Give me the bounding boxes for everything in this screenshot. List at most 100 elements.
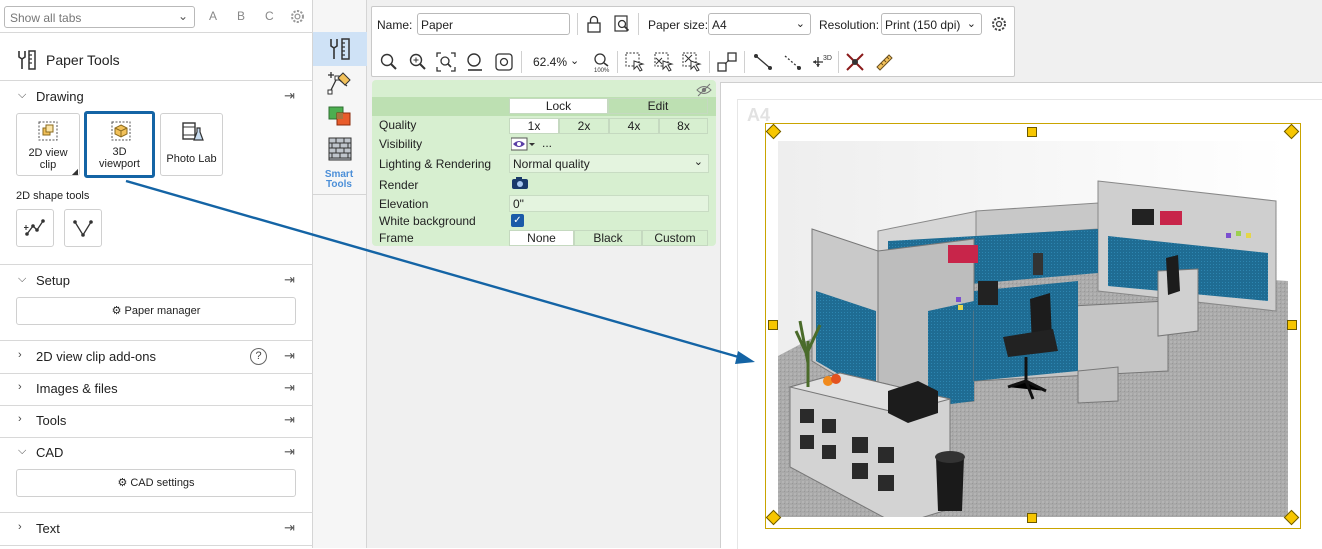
paper-manager-button[interactable]: ⚙ Paper manager <box>16 297 296 325</box>
section-tools[interactable]: › Tools ⇥ <box>0 406 313 436</box>
dashed-line-icon[interactable] <box>781 51 803 73</box>
resize-handle-bottom[interactable] <box>1027 513 1037 523</box>
pop-out-icon[interactable]: ⇥ <box>284 88 295 104</box>
select-window-icon[interactable] <box>653 51 675 73</box>
resize-handle-right[interactable] <box>1287 320 1297 330</box>
frame-black[interactable]: Black <box>574 230 642 246</box>
pop-out-icon[interactable]: ⇥ <box>284 520 295 536</box>
2d-view-clip-button[interactable]: 2D view clip ◢ <box>16 113 80 176</box>
section-text[interactable]: › Text ⇥ <box>0 514 313 544</box>
filter-c-button[interactable]: C <box>265 9 274 23</box>
cad-settings-button[interactable]: ⚙ CAD settings <box>16 469 296 497</box>
pop-out-icon[interactable]: ⇥ <box>284 380 295 396</box>
brick-pattern-icon[interactable] <box>327 136 353 162</box>
elevation-value: 0" <box>513 197 524 211</box>
lock-tab[interactable]: Lock <box>509 98 608 114</box>
select-icon[interactable] <box>624 51 646 73</box>
filter-a-button[interactable]: A <box>209 9 217 23</box>
zoom-in-icon[interactable] <box>407 51 429 73</box>
quality-2x[interactable]: 2x <box>559 118 609 134</box>
gear-icon[interactable] <box>990 15 1008 33</box>
filter-b-button[interactable]: B <box>237 9 245 23</box>
edit-tab[interactable]: Edit <box>608 98 708 114</box>
hide-eye-icon[interactable] <box>696 83 712 97</box>
move-3d-icon[interactable]: 3D <box>810 51 832 73</box>
section-drawing[interactable]: ⌵ Drawing ⇥ <box>0 82 313 112</box>
quality-1x[interactable]: 1x <box>509 118 559 134</box>
smart-tools-line2: Tools <box>326 179 352 190</box>
quality-label: Quality <box>379 118 417 132</box>
quality-4x[interactable]: 4x <box>609 118 659 134</box>
tab-filter-select[interactable]: Show all tabs ⌄ <box>4 6 195 28</box>
gear-icon: ⚙ <box>117 477 131 489</box>
section-cad[interactable]: ⌵ CAD ⇥ <box>0 438 313 468</box>
polygon-tool-button[interactable] <box>64 209 102 247</box>
pop-out-icon[interactable]: ⇥ <box>284 444 295 460</box>
name-label: Name: <box>377 18 413 32</box>
smart-tools-label[interactable]: Smart Tools <box>321 170 357 190</box>
photo-lab-button[interactable]: Photo Lab <box>160 113 223 176</box>
section-text-label: Text <box>36 521 60 536</box>
3d-cube-icon <box>111 121 131 141</box>
visibility-eye-icon[interactable] <box>511 137 535 151</box>
section-images-files[interactable]: › Images & files ⇥ <box>0 374 313 404</box>
zoom-level-value[interactable]: 62.4% <box>533 55 567 69</box>
viewport-properties-panel: Lock Edit Quality 1x 2x 4x 8x Visibility… <box>372 80 716 246</box>
frame-none[interactable]: None <box>509 230 574 246</box>
svg-text:100%: 100% <box>594 68 610 73</box>
frame-custom[interactable]: Custom <box>642 230 708 246</box>
pop-out-icon[interactable]: ⇥ <box>284 412 295 428</box>
camera-icon[interactable] <box>511 176 529 190</box>
chevron-right-icon: › <box>18 521 22 533</box>
tool-strip: Smart Tools <box>313 0 367 548</box>
select-cross-icon[interactable] <box>681 51 703 73</box>
name-input[interactable]: Paper <box>417 13 570 35</box>
resize-handle-left[interactable] <box>768 320 778 330</box>
resize-handle-top[interactable] <box>1027 127 1037 137</box>
resolution-select[interactable]: Print (150 dpi) ⌄ <box>881 13 982 35</box>
tab-filter-value: Show all tabs <box>10 11 82 25</box>
chevron-down-icon: ⌵ <box>18 89 27 101</box>
edit-points-icon[interactable] <box>327 70 353 96</box>
section-2d-view-clip-addons[interactable]: › 2D view clip add-ons ? ⇥ <box>0 342 313 372</box>
section-tools-label: Tools <box>36 413 67 428</box>
gear-icon: ⚙ <box>111 305 125 317</box>
chevron-right-icon: › <box>18 413 22 425</box>
paper-tools-icon[interactable] <box>327 36 353 62</box>
paper-canvas[interactable]: A4 <box>720 82 1322 549</box>
lock-icon[interactable] <box>585 15 603 33</box>
visibility-more-button[interactable]: ... <box>542 136 552 150</box>
tile-label: clip <box>39 159 57 171</box>
ruler-icon[interactable] <box>873 51 895 73</box>
help-icon[interactable]: ? <box>250 348 267 365</box>
pop-out-icon[interactable]: ⇥ <box>284 348 295 364</box>
quality-8x[interactable]: 8x <box>659 118 708 134</box>
chevron-down-icon: ⌄ <box>966 18 976 30</box>
zoom-page-icon[interactable] <box>493 51 515 73</box>
white-background-checkbox[interactable]: ✓ <box>511 214 524 227</box>
tile-label: 2D view <box>28 147 68 159</box>
polyline-tool-button[interactable] <box>16 209 54 247</box>
color-shapes-icon[interactable] <box>327 104 353 130</box>
elevation-input[interactable]: 0" <box>509 195 709 212</box>
3d-viewport-render <box>778 141 1288 517</box>
elevation-label: Elevation <box>379 197 429 211</box>
pop-out-icon[interactable]: ⇥ <box>284 272 295 288</box>
section-images-label: Images & files <box>36 381 118 396</box>
zoom-icon[interactable] <box>378 51 400 73</box>
zoom-100-icon[interactable]: 100% <box>590 51 612 73</box>
paper-size-select[interactable]: A4 ⌄ <box>708 13 811 35</box>
panel-title: Paper Tools <box>46 52 120 68</box>
section-setup[interactable]: ⌵ Setup ⇥ <box>0 266 313 296</box>
3d-viewport-button[interactable]: 3D viewport <box>84 111 155 178</box>
gear-icon[interactable] <box>289 8 306 25</box>
lighting-select[interactable]: Normal quality ⌄ <box>509 154 709 173</box>
delete-point-icon[interactable] <box>844 51 866 73</box>
preview-zoom-icon[interactable] <box>613 15 631 33</box>
dropdown-corner-icon: ◢ <box>71 167 78 176</box>
zoom-fit-icon[interactable] <box>435 51 457 73</box>
resize-icon[interactable] <box>716 51 738 73</box>
chevron-down-icon[interactable]: ⌄ <box>570 54 579 67</box>
line-icon[interactable] <box>752 51 774 73</box>
zoom-out-icon[interactable] <box>464 51 486 73</box>
